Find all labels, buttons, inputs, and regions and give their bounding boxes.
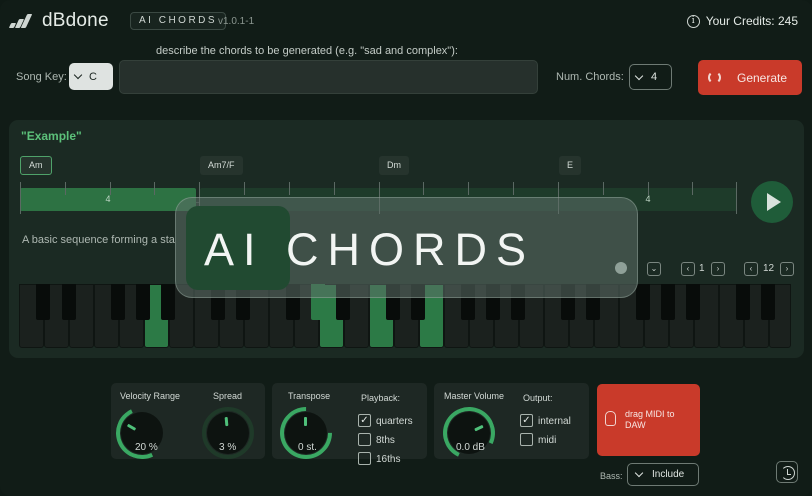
generate-label: Generate — [737, 70, 788, 85]
example-description: A basic sequence forming a sta — [22, 234, 175, 246]
song-key-select[interactable]: C — [69, 63, 113, 90]
chevron-down-icon — [634, 468, 644, 478]
piano-black-key[interactable] — [686, 284, 700, 320]
transpose-down-button[interactable]: ‹ — [744, 262, 758, 276]
piano-black-key[interactable] — [761, 284, 775, 320]
piano-black-key[interactable] — [736, 284, 750, 320]
bass-select[interactable]: Include — [627, 463, 699, 486]
timeline-tick — [603, 182, 604, 195]
velocity-label: Velocity Range — [120, 391, 181, 401]
logo-mark-icon — [8, 14, 36, 28]
chord-bar[interactable]: 4 — [20, 188, 196, 211]
piano-black-key[interactable] — [636, 284, 650, 320]
song-key-label: Song Key: — [16, 71, 67, 83]
chord-tag[interactable]: E — [559, 156, 582, 175]
transpose-up-button[interactable]: › — [780, 262, 794, 276]
transpose-value: 12 — [763, 263, 775, 274]
timeline-tick — [423, 182, 424, 195]
drag-midi-label: drag MIDI to DAW — [625, 409, 675, 430]
velocity-value: 20 % — [135, 442, 158, 453]
credits-text: Your Credits: 245 — [705, 14, 798, 28]
master-volume-value: 0.0 dB — [456, 442, 485, 453]
chevron-down-icon — [73, 70, 83, 80]
piano-black-key[interactable] — [136, 284, 150, 320]
octave-up-button[interactable]: › — [711, 262, 725, 276]
piano-black-key[interactable] — [161, 284, 175, 320]
timeline-tick — [468, 182, 469, 195]
credits-display[interactable]: i Your Credits: 245 — [686, 14, 798, 28]
timeline-tick — [334, 182, 335, 195]
playback-option-label: 8ths — [376, 435, 395, 446]
timeline-tick — [289, 182, 290, 195]
timeline-tick — [736, 182, 737, 214]
piano-black-key[interactable] — [111, 284, 125, 320]
playback-8ths-checkbox[interactable] — [358, 433, 371, 446]
history-icon[interactable] — [776, 461, 798, 483]
piano-black-key[interactable] — [36, 284, 50, 320]
description-input[interactable] — [119, 60, 538, 94]
banner-dot — [615, 262, 627, 274]
drag-midi-button[interactable]: drag MIDI to DAW — [597, 384, 700, 456]
output-option-label: midi — [538, 435, 557, 446]
velocity-spread-panel: Velocity Range 20 % Spread 3 % — [108, 383, 265, 467]
chord-tag[interactable]: Am — [20, 156, 52, 175]
spread-label: Spread — [213, 391, 243, 401]
timeline-tick — [513, 182, 514, 195]
logo-text: dBdone — [42, 10, 109, 31]
chevron-down-icon — [634, 71, 644, 80]
chord-tag[interactable]: Dm — [379, 156, 409, 175]
transpose-value: 0 st. — [298, 442, 317, 453]
num-chords-select[interactable]: 4 — [629, 64, 672, 90]
timeline-tick — [244, 182, 245, 195]
example-title: "Example" — [21, 129, 82, 143]
bass-value: Include — [652, 469, 685, 480]
output-midi-checkbox[interactable] — [520, 433, 533, 446]
piano-black-key[interactable] — [661, 284, 675, 320]
collapse-button[interactable]: ⌄ — [647, 262, 661, 276]
timeline-tick — [20, 182, 21, 214]
timeline-tick — [110, 182, 111, 195]
info-icon[interactable]: i — [686, 14, 700, 28]
generate-button[interactable]: Generate — [698, 60, 802, 95]
transpose-playback-panel: Transpose 0 st. Playback: ✓ quarters 8th… — [269, 383, 427, 470]
play-button[interactable] — [751, 181, 793, 223]
num-chords-label: Num. Chords: — [556, 71, 624, 83]
playback-option-label: 16ths — [376, 454, 401, 465]
refresh-icon — [708, 71, 721, 84]
bass-label: Bass: — [600, 471, 623, 481]
play-icon — [767, 193, 781, 211]
song-key-value: C — [89, 70, 97, 83]
version-label: v1.0.1-1 — [218, 16, 255, 27]
octave-value: 1 — [699, 263, 705, 274]
playback-quarters-checkbox[interactable]: ✓ — [358, 414, 371, 427]
dbdone-logo: dBdone — [8, 10, 109, 32]
playback-16ths-checkbox[interactable] — [358, 452, 371, 465]
timeline-tick — [154, 182, 155, 195]
product-badge: AI CHORDS — [130, 12, 227, 30]
transpose-label: Transpose — [288, 391, 331, 401]
chord-tag[interactable]: Am7/F — [200, 156, 243, 175]
banner-title: AI CHORDS — [204, 224, 536, 275]
timeline-tick — [65, 182, 66, 195]
app-window: dBdone AI CHORDS v1.0.1-1 i Your Credits… — [0, 0, 812, 496]
num-chords-value: 4 — [651, 71, 658, 83]
description-label: describe the chords to be generated (e.g… — [156, 45, 458, 57]
ai-chords-banner: AI CHORDS — [175, 197, 638, 298]
playback-option-label: quarters — [376, 416, 413, 427]
octave-down-button[interactable]: ‹ — [681, 262, 695, 276]
volume-output-panel: Master Volume 0.0 dB Output: ✓ internal … — [434, 383, 589, 467]
spread-value: 3 % — [219, 442, 237, 453]
piano-black-key[interactable] — [62, 284, 76, 320]
drag-hand-icon — [605, 411, 616, 426]
timeline-tick — [648, 182, 649, 195]
master-volume-label: Master Volume — [444, 391, 505, 401]
output-option-label: internal — [538, 416, 571, 427]
output-label: Output: — [523, 393, 553, 403]
timeline-tick — [692, 182, 693, 195]
output-internal-checkbox[interactable]: ✓ — [520, 414, 533, 427]
playback-label: Playback: — [361, 393, 401, 403]
